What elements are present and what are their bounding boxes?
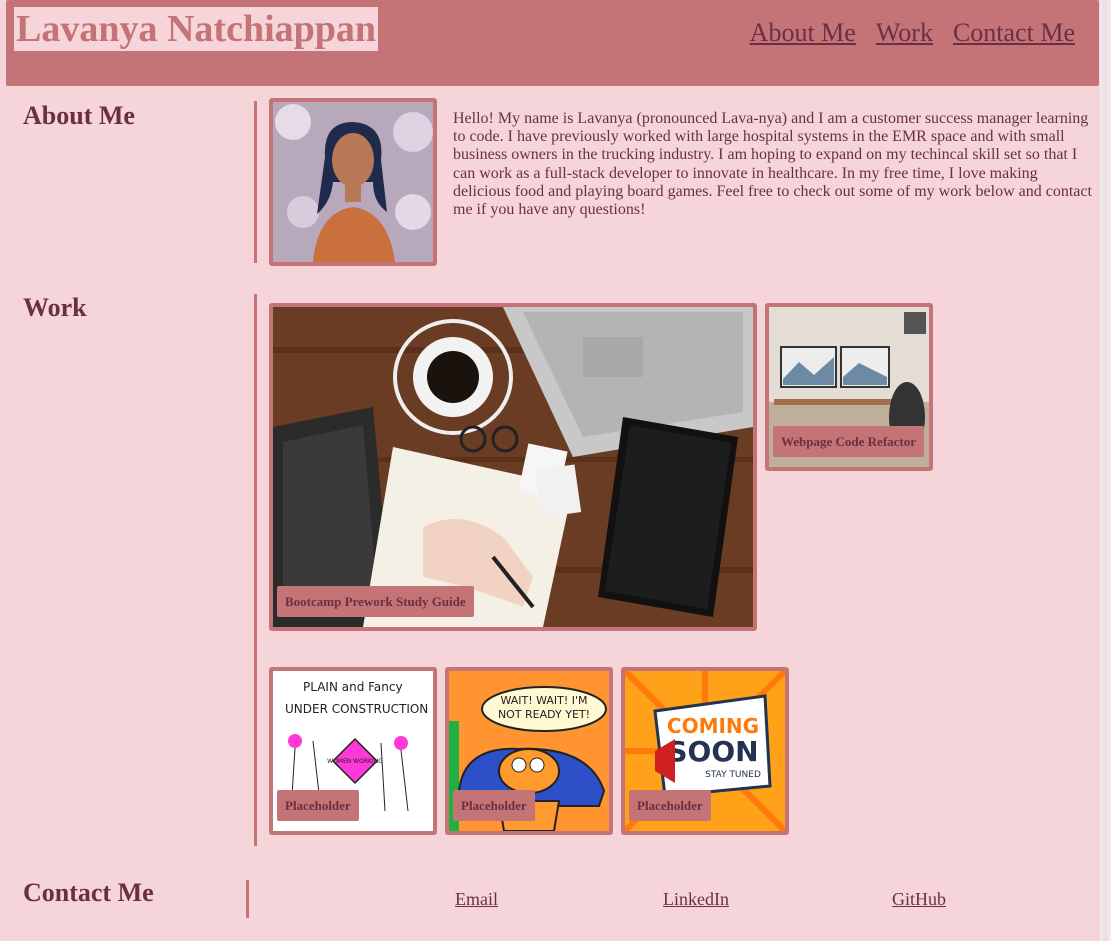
art-text: STAY TUNED [705, 770, 761, 780]
project-card-placeholder-coming-soon[interactable]: COMING SOON STAY TUNED Placeholder [621, 667, 789, 835]
profile-photo [269, 98, 437, 266]
art-text: WAIT! WAIT! I'M [500, 694, 587, 707]
project-label: Placeholder [277, 790, 359, 821]
about-text: Hello! My name is Lavanya (pronounced La… [453, 110, 1092, 219]
project-label: Bootcamp Prework Study Guide [277, 586, 474, 617]
project-card-placeholder-construction[interactable]: PLAIN and Fancy UNDER CONSTRUCTION WOMEN… [269, 667, 437, 835]
page: Lavanya Natchiappan About Me Work Contac… [0, 0, 1100, 941]
art-text: NOT READY YET! [498, 708, 590, 721]
project-card-placeholder-wait[interactable]: WAIT! WAIT! I'M NOT READY YET! Placehold… [445, 667, 613, 835]
scrollbar-track[interactable] [1103, 0, 1108, 941]
site-header: Lavanya Natchiappan About Me Work Contac… [6, 0, 1099, 86]
page-scrollbar[interactable] [1100, 0, 1111, 941]
work-heading: Work [23, 293, 87, 322]
portrait-image [273, 102, 433, 262]
art-text: SOON [667, 735, 758, 768]
main-nav: About Me Work Contact Me [750, 18, 1075, 48]
about-heading: About Me [23, 101, 135, 130]
project-label: Placeholder [453, 790, 535, 821]
nav-work-link[interactable]: Work [876, 18, 933, 48]
about-divider [254, 101, 257, 263]
art-text: WOMEN WORKING [327, 758, 383, 765]
linkedin-link[interactable]: LinkedIn [663, 889, 729, 910]
art-text: PLAIN and Fancy [303, 680, 403, 694]
github-link[interactable]: GitHub [892, 889, 946, 910]
project-card-code-refactor[interactable]: Webpage Code Refactor [765, 303, 933, 471]
contact-divider [246, 880, 249, 918]
work-divider [254, 294, 257, 846]
nav-about-link[interactable]: About Me [750, 18, 856, 48]
site-title: Lavanya Natchiappan [14, 7, 379, 51]
project-label: Placeholder [629, 790, 711, 821]
project-label: Webpage Code Refactor [773, 426, 925, 457]
contact-heading: Contact Me [23, 878, 154, 907]
desk-photo [273, 307, 753, 627]
email-link[interactable]: Email [455, 889, 498, 910]
project-card-study-guide[interactable]: Bootcamp Prework Study Guide [269, 303, 757, 631]
art-text: UNDER CONSTRUCTION [285, 702, 428, 716]
nav-contact-link[interactable]: Contact Me [953, 18, 1075, 48]
